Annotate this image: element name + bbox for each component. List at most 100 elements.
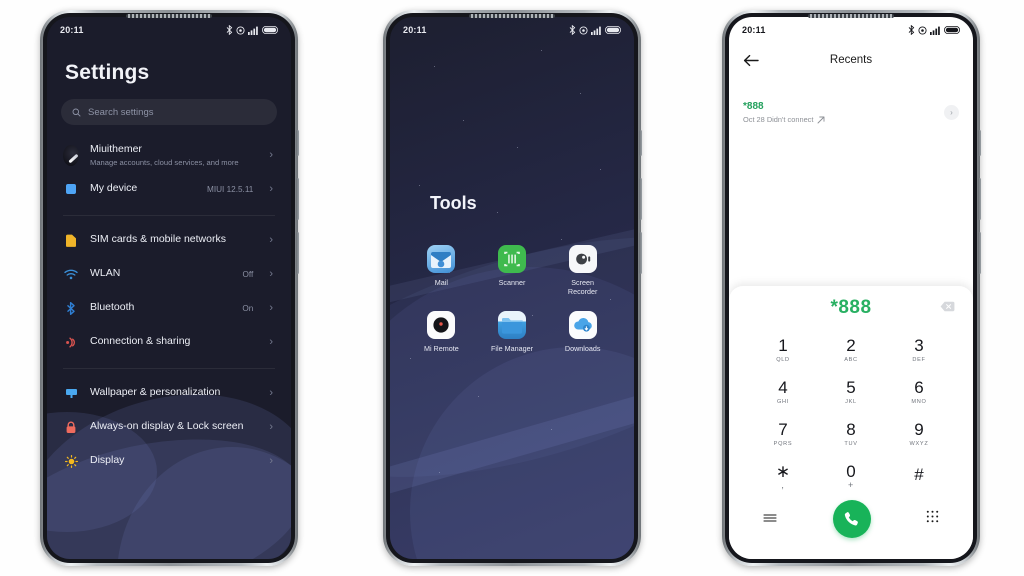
battery-icon (605, 26, 621, 34)
volume-down-button[interactable] (978, 232, 981, 274)
sidebar-item-sim-cards[interactable]: SIM cards & mobile networks › (61, 223, 277, 257)
volume-up-button[interactable] (639, 178, 642, 220)
key-letters: TUV (844, 441, 858, 447)
dialpad-footer (729, 496, 973, 538)
dialpad-key-6[interactable]: 6 MNO (885, 372, 953, 412)
search-input[interactable]: Search settings (61, 99, 277, 125)
key-digit: 2 (846, 336, 856, 355)
app-mail[interactable]: Mail (406, 245, 477, 297)
dialpad-key-star[interactable]: ∗ , (749, 456, 817, 496)
call-info: *888 Oct 28 Didn't connect (743, 101, 936, 124)
signal-icon (248, 26, 258, 35)
key-digit: 6 (914, 378, 924, 397)
key-letters: MNO (911, 399, 927, 405)
app-screen-recorder[interactable]: Screen Recorder (547, 245, 618, 297)
item-label: SIM cards & mobile networks (90, 233, 226, 246)
backspace-icon[interactable] (940, 299, 955, 317)
volume-down-button[interactable] (639, 232, 642, 274)
item-label: Connection & sharing (90, 335, 191, 348)
battery-icon (262, 26, 278, 34)
dialpad-key-9[interactable]: 9 WXYZ (885, 414, 953, 454)
app-downloads[interactable]: Downloads (547, 310, 618, 353)
dialpad-key-1[interactable]: 1 QLD (749, 330, 817, 370)
call-button[interactable] (832, 500, 871, 538)
power-button[interactable] (978, 130, 981, 156)
app-label: File Manager (491, 343, 533, 353)
volume-up-button[interactable] (978, 178, 981, 220)
key-digit: ∗ (775, 461, 791, 481)
dialpad-key-8[interactable]: 8 TUV (817, 414, 885, 454)
dialer-app: 20:11 Recents *888 Oct 28 Didn't connect… (729, 17, 973, 559)
key-digit: 1 (778, 336, 788, 355)
dialpad-key-2[interactable]: 2 ABC (817, 330, 885, 370)
earpiece-grille (808, 14, 894, 18)
app-label: Mail (434, 278, 448, 287)
volume-up-button[interactable] (296, 178, 299, 220)
outgoing-call-icon (817, 116, 825, 123)
app-scanner[interactable]: Scanner (477, 245, 548, 297)
app-label: Downloads (564, 343, 601, 353)
dialpad-key-3[interactable]: 3 DEF (885, 330, 953, 370)
app-mi-remote[interactable]: Mi Remote (406, 310, 477, 353)
page-title: Recents (829, 54, 873, 66)
earpiece-grille (469, 14, 555, 18)
volume-down-button[interactable] (296, 232, 299, 274)
brightness-icon (63, 454, 79, 468)
app-file-manager[interactable]: File Manager (477, 310, 548, 353)
earpiece-grille (126, 14, 212, 18)
dialpad-key-0[interactable]: 0 + (817, 456, 885, 496)
power-button[interactable] (296, 130, 299, 156)
sidebar-item-my-device[interactable]: My device MIUI 12.5.11 › (61, 172, 277, 206)
location-icon (579, 25, 588, 35)
phone-screen-folder: 20:11 Tools Mail Scanner Screen Recorder… (390, 17, 634, 559)
list-divider (63, 368, 275, 369)
chevron-right-icon: › (269, 182, 273, 195)
sidebar-item-lock-screen[interactable]: Always-on display & Lock screen › (61, 410, 277, 444)
chevron-right-icon: › (269, 420, 273, 433)
key-digit: 9 (914, 420, 924, 439)
location-icon (236, 25, 245, 35)
menu-icon[interactable] (763, 510, 777, 528)
dialpad-key-4[interactable]: 4 GHI (749, 372, 817, 412)
downloads-icon (568, 310, 597, 339)
sidebar-item-display[interactable]: Display › (61, 444, 277, 478)
dialpad-key-5[interactable]: 5 JKL (817, 372, 885, 412)
wallpaper-icon (63, 387, 79, 400)
sidebar-item-wlan[interactable]: WLAN Off › (61, 257, 277, 291)
bluetooth-icon (226, 25, 233, 35)
item-label: Display (90, 454, 125, 467)
chevron-right-icon: › (269, 301, 273, 314)
item-value: On (242, 303, 254, 313)
sidebar-item-connection-sharing[interactable]: Connection & sharing › (61, 325, 277, 359)
signal-icon (930, 26, 940, 35)
phone-settings: 20:11 Settings Search settings Miuitheme… (40, 10, 299, 566)
sidebar-item-wallpaper[interactable]: Wallpaper & personalization › (61, 376, 277, 410)
chevron-right-icon: › (269, 335, 273, 348)
key-letters: JKL (845, 399, 857, 405)
bluetooth-icon (569, 25, 576, 35)
recent-call-item[interactable]: *888 Oct 28 Didn't connect › (729, 101, 973, 124)
status-bar: 20:11 (47, 17, 291, 43)
call-details-chevron-icon[interactable]: › (944, 105, 959, 120)
chevron-right-icon: › (269, 233, 273, 246)
app-label: Screen Recorder (567, 278, 598, 297)
power-button[interactable] (639, 130, 642, 156)
folder-app-grid: Mail Scanner Screen Recorder Mi Remote F… (406, 245, 618, 353)
key-letters: DEF (912, 357, 926, 363)
dialpad-key-7[interactable]: 7 PQRS (749, 414, 817, 454)
mi-remote-icon (427, 310, 456, 339)
folder-title: Tools (430, 193, 477, 213)
keypad-icon[interactable] (926, 510, 939, 528)
dialpad-key-hash[interactable]: # (885, 456, 953, 496)
call-number: *888 (743, 101, 764, 112)
sidebar-item-account[interactable]: Miuithemer Manage accounts, cloud servic… (61, 138, 277, 172)
item-label: Always-on display & Lock screen (90, 420, 244, 433)
sidebar-item-bluetooth[interactable]: Bluetooth On › (61, 291, 277, 325)
key-digit: 8 (846, 420, 856, 439)
dialpad-keys: 1 QLD 2 ABC 3 DEF 4 GHI 5 JKL 6 MNO 7 PQ… (729, 330, 973, 496)
account-avatar (63, 144, 79, 166)
status-bar: 20:11 (729, 17, 973, 43)
status-time: 20:11 (742, 25, 766, 35)
location-icon (918, 25, 927, 35)
search-icon (72, 108, 81, 117)
